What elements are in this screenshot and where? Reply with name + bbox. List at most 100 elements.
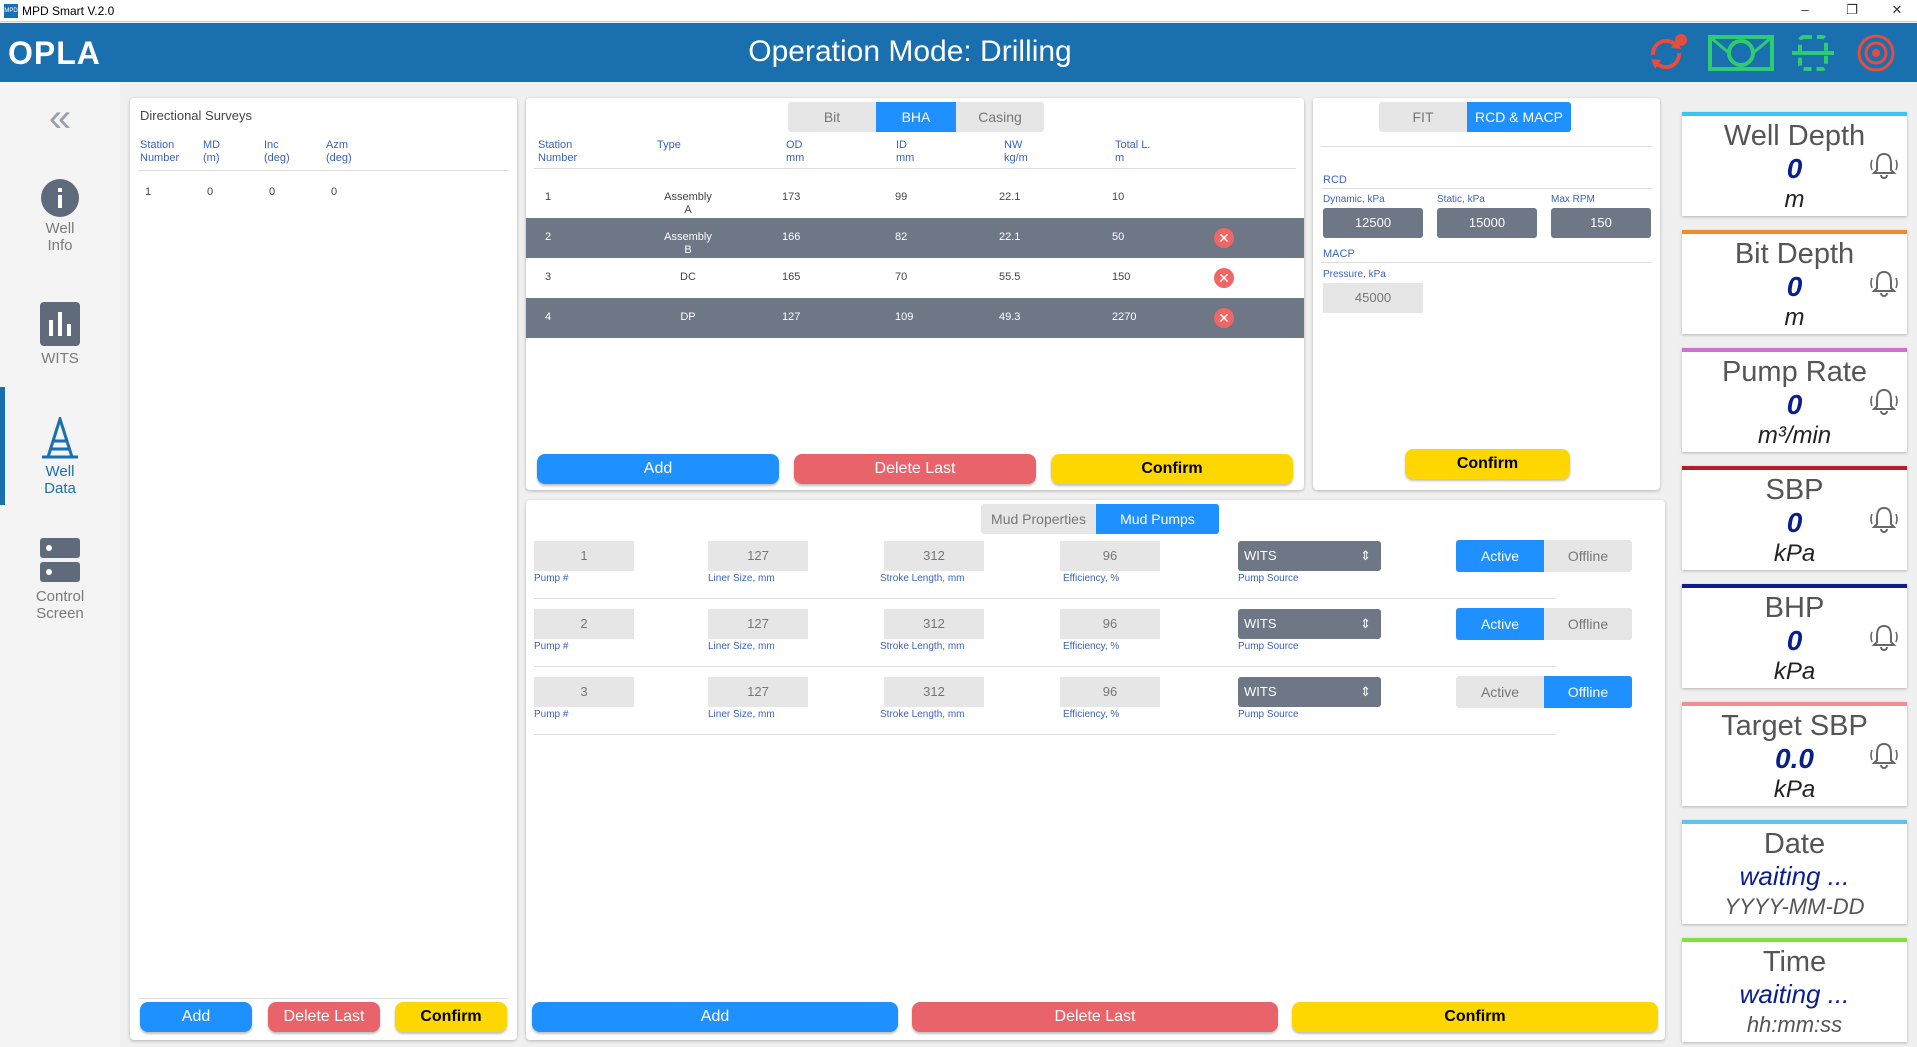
alarm-bell-icon[interactable] <box>1869 504 1899 534</box>
delete-row-icon[interactable]: ✕ <box>1214 228 1234 248</box>
divider <box>1321 262 1652 263</box>
card-unit: kPa <box>1773 658 1816 685</box>
card-accent-bar <box>1682 702 1907 706</box>
dynamic-label: Dynamic, kPa <box>1323 194 1385 205</box>
cell-length: 2270 <box>1112 311 1137 323</box>
table-cell: 0 <box>207 186 214 198</box>
pump-number-label: Pump # <box>534 641 569 652</box>
add-button[interactable]: Add <box>532 1002 898 1032</box>
card-title: Pump Rate <box>1721 356 1868 388</box>
alarm-bell-icon[interactable] <box>1869 740 1899 770</box>
card-title: Target SBP <box>1721 710 1868 742</box>
close-button[interactable]: ✕ <box>1877 0 1917 22</box>
offline-option[interactable]: Offline <box>1544 540 1632 572</box>
tab-mud-properties[interactable]: Mud Properties <box>981 504 1096 534</box>
signal-icon[interactable] <box>1853 31 1899 75</box>
pump-source-select[interactable]: WITS ⇕ <box>1238 541 1381 571</box>
liner-size-input[interactable]: 127 <box>708 609 808 639</box>
delete-last-button[interactable]: Delete Last <box>794 454 1036 484</box>
delete-last-button[interactable]: Delete Last <box>268 1002 380 1032</box>
active-option[interactable]: Active <box>1456 676 1544 708</box>
sidebar-item-label: Well Info <box>45 220 75 254</box>
liner-size-input[interactable]: 127 <box>708 677 808 707</box>
info-icon <box>41 179 79 217</box>
collapse-icon[interactable]: « <box>0 96 120 141</box>
alarm-bell-icon[interactable] <box>1869 622 1899 652</box>
tab-mud-pumps[interactable]: Mud Pumps <box>1096 504 1219 534</box>
select-value: WITS <box>1244 684 1277 699</box>
offline-option[interactable]: Offline <box>1544 608 1632 640</box>
table-row[interactable]: 3 DC 165 70 55.5 150 ✕ <box>526 258 1304 298</box>
active-option[interactable]: Active <box>1456 540 1544 572</box>
cell-type: Assembly A <box>664 191 712 216</box>
pump-number-input[interactable]: 3 <box>534 677 634 707</box>
tab-fit[interactable]: FIT <box>1379 102 1467 132</box>
delete-last-button[interactable]: Delete Last <box>912 1002 1278 1032</box>
add-button[interactable]: Add <box>140 1002 252 1032</box>
active-option[interactable]: Active <box>1456 608 1544 640</box>
sidebar-item-wits[interactable]: WITS <box>0 302 120 367</box>
max-rpm-input[interactable]: 150 <box>1551 208 1651 238</box>
pressure-input[interactable]: 45000 <box>1323 283 1423 313</box>
liner-size-input[interactable]: 127 <box>708 541 808 571</box>
alarm-bell-icon[interactable] <box>1869 150 1899 180</box>
tab-bha[interactable]: BHA <box>876 102 956 132</box>
stroke-length-input[interactable]: 312 <box>884 541 984 571</box>
metric-card-bit-depth: Bit Depth 0 m <box>1682 230 1907 334</box>
cell-type: DP <box>680 311 696 323</box>
add-button[interactable]: Add <box>537 454 779 484</box>
sidebar-item-well-info[interactable]: Well Info <box>0 178 120 254</box>
pump-number-input[interactable]: 2 <box>534 609 634 639</box>
static-input[interactable]: 15000 <box>1437 208 1537 238</box>
tab-casing[interactable]: Casing <box>956 102 1044 132</box>
alarm-bell-icon[interactable] <box>1869 268 1899 298</box>
card-accent-bar <box>1682 230 1907 234</box>
delete-row-icon[interactable]: ✕ <box>1214 308 1234 328</box>
card-title: Well Depth <box>1723 120 1866 152</box>
offline-option[interactable]: Offline <box>1544 676 1632 708</box>
cell-nw: 49.3 <box>999 311 1021 323</box>
status-toggle: Active Offline <box>1456 540 1632 572</box>
efficiency-input[interactable]: 96 <box>1060 541 1160 571</box>
pump-number-input[interactable]: 1 <box>534 541 634 571</box>
sync-alert-icon[interactable] <box>1643 31 1689 75</box>
confirm-button[interactable]: Confirm <box>1292 1002 1658 1032</box>
table-row[interactable]: 1 Assembly A 173 99 22.1 10 <box>526 178 1304 218</box>
minimize-button[interactable]: – <box>1785 0 1825 22</box>
table-row[interactable]: 2 Assembly B 166 82 22.1 50 ✕ <box>526 218 1304 258</box>
column-header: OD mm <box>786 139 805 164</box>
sidebar-item-control-screen[interactable]: Control Screen <box>0 538 120 622</box>
app-header: OPLA Operation Mode: Drilling <box>0 23 1917 82</box>
alarm-bell-icon[interactable] <box>1869 386 1899 416</box>
rcd-macp-panel: FIT RCD & MACP RCD Dynamic, kPa Static, … <box>1313 98 1660 490</box>
tab-bit[interactable]: Bit <box>788 102 876 132</box>
dynamic-input[interactable]: 12500 <box>1323 208 1423 238</box>
window-titlebar: MPD MPD Smart V.2.0 – ❐ ✕ <box>0 0 1917 22</box>
pump-number-label: Pump # <box>534 709 569 720</box>
pump-source-select[interactable]: WITS ⇕ <box>1238 677 1381 707</box>
confirm-button[interactable]: Confirm <box>1405 449 1570 479</box>
rig-icon[interactable] <box>1706 31 1776 75</box>
confirm-button[interactable]: Confirm <box>1051 454 1293 484</box>
directional-surveys-panel: Directional Surveys Station Number MD (m) … <box>130 98 517 1040</box>
efficiency-input[interactable]: 96 <box>1060 677 1160 707</box>
table-row[interactable]: 4 DP 127 109 49.3 2270 ✕ <box>526 298 1304 338</box>
confirm-button[interactable]: Confirm <box>395 1002 507 1032</box>
cell-nw: 55.5 <box>999 271 1021 283</box>
stroke-length-input[interactable]: 312 <box>884 677 984 707</box>
tab-rcd-macp[interactable]: RCD & MACP <box>1467 102 1571 132</box>
cell-id: 70 <box>895 271 908 283</box>
restore-button[interactable]: ❐ <box>1832 0 1872 22</box>
efficiency-input[interactable]: 96 <box>1060 609 1160 639</box>
pump-source-select[interactable]: WITS ⇕ <box>1238 609 1381 639</box>
oil-rig-icon <box>42 417 78 459</box>
sidebar-item-well-data[interactable]: Well Data <box>0 387 120 505</box>
cell-num: 4 <box>545 311 552 323</box>
connection-icon[interactable] <box>1790 31 1836 75</box>
card-accent-bar <box>1682 584 1907 588</box>
stroke-length-input[interactable]: 312 <box>884 609 984 639</box>
bha-panel: Bit BHA Casing Station Number Type OD mm I… <box>526 98 1304 490</box>
efficiency-label: Efficiency, % <box>1063 709 1120 720</box>
cell-length: 50 <box>1112 231 1125 243</box>
delete-row-icon[interactable]: ✕ <box>1214 268 1234 288</box>
